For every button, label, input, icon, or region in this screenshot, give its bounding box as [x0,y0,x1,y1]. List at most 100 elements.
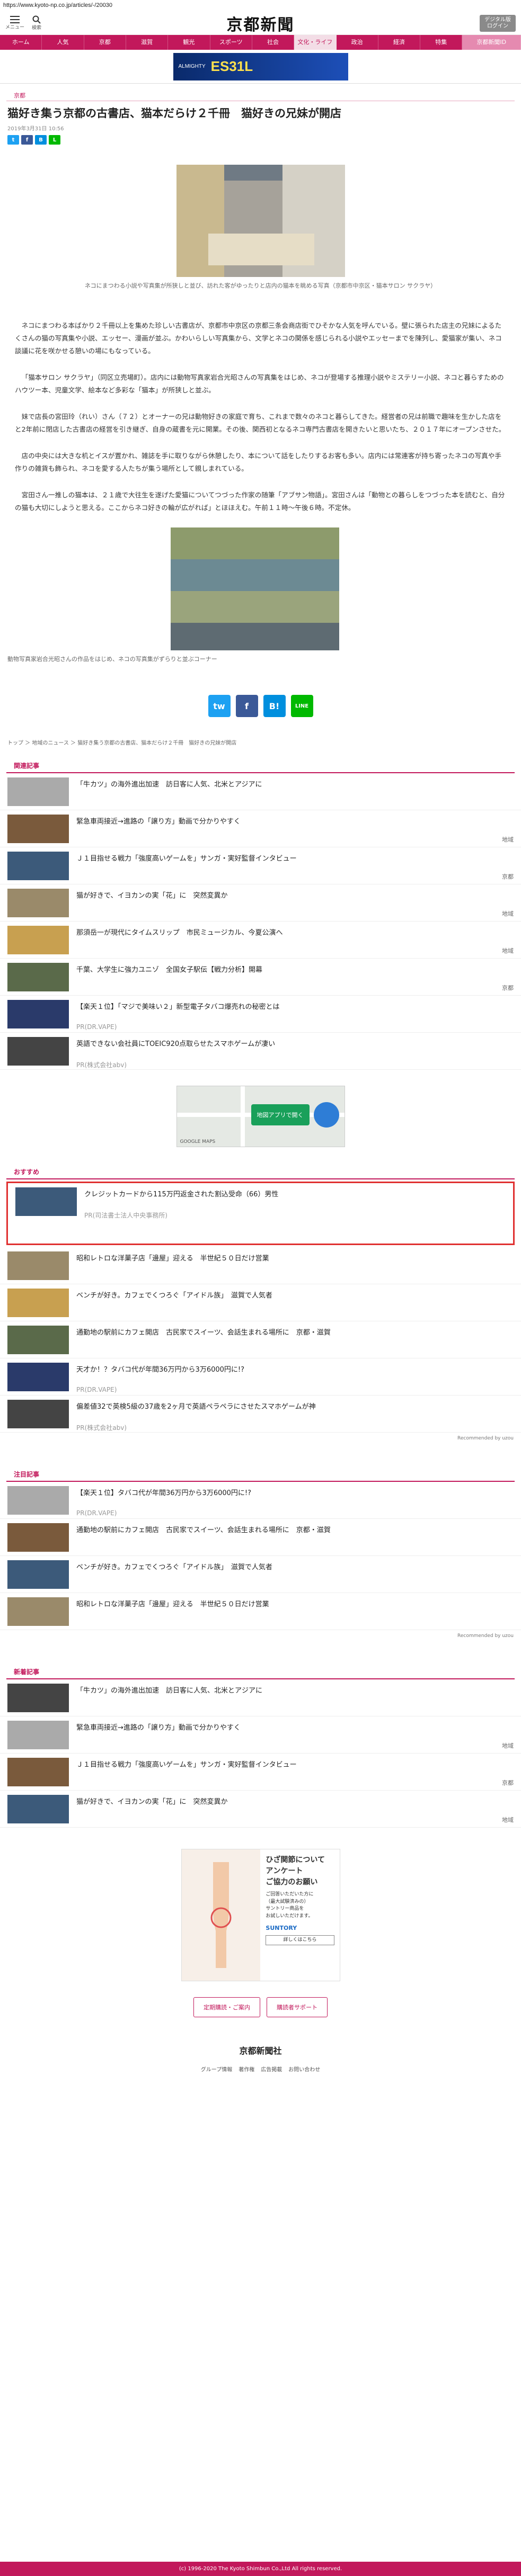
item-title[interactable]: ベンチが好き。カフェでくつろぐ「アイドル族」 滋賀で人気者 [76,1560,272,1573]
support-button[interactable]: 購読者サポート [267,1997,328,2018]
item-title[interactable]: Ｊ１目指せる戦力「強度高いゲームを」サンガ・実好監督インタビュー [76,852,297,864]
item-title[interactable]: 猫が好きで、イヨカンの実「花」に 突然変異か [76,1795,227,1808]
item-title[interactable]: 【楽天１位】「マジで美味い２」新型電子タバコ爆売れの秘密とは [76,1000,280,1013]
item-title[interactable]: 英語できない会社員にTOEIC920点取らせたスマホゲームが凄い [76,1037,275,1050]
ad-survey[interactable]: ひざ関節について アンケート ご協力のお願い ご回答いただいた方に （最大試験済… [181,1849,340,1982]
ad-detail-button[interactable]: 詳しくはこちら [266,1935,334,1946]
item-title[interactable]: 偏差値32で英検5級の37歳を2ヶ月で英語ペラペラにさせたスマホゲームが神 [76,1400,316,1412]
nav-item[interactable]: 観光 [168,35,210,50]
list-item[interactable]: 千葉、大学生に強力ユニゾ 全国女子駅伝【戦力分析】開幕 京都 [0,959,521,996]
banner-big: ES31L [210,58,253,74]
list-item[interactable]: 偏差値32で英検5級の37歳を2ヶ月で英語ペラペラにさせたスマホゲームが神 PR(… [0,1396,521,1433]
list-item[interactable]: ベンチが好き。カフェでくつろぐ「アイドル族」 滋賀で人気者 [0,1556,521,1594]
line-share-button[interactable]: LINE [290,695,313,718]
list-item[interactable]: ベンチが好き。カフェでくつろぐ「アイドル族」 滋賀で人気者 [0,1284,521,1322]
item-title[interactable]: クレジットカードから115万円返金された割込受命（66）男性 [84,1187,278,1200]
list-item[interactable]: クレジットカードから115万円返金された割込受命（66）男性 PR(司法書士法人中… [6,1182,515,1246]
open-map-button[interactable]: 地図アプリで開く [251,1104,310,1126]
menu-button[interactable]: メニュー [5,16,24,30]
url-bar[interactable]: https://www.kyoto-np.co.jp/articles/-/20… [0,0,521,12]
article-section[interactable]: 京都 [6,84,515,101]
footer-logo[interactable]: 京都新聞社 [0,2028,521,2065]
search-button[interactable]: 検索 [32,15,41,31]
related-list: 「牛カツ」の海外進出加速 訪日客に人気、北米とアジアに 緊急車両接近→進路の「譲り… [0,773,521,1070]
footer-link[interactable]: 著作権 [239,2065,254,2073]
breadcrumb[interactable]: トップ ＞ 地域のニュース ＞ 猫好き集う京都の古書店、猫本だらけ２千冊 猫好き… [0,738,521,746]
item-text-wrap: ベンチが好き。カフェでくつろぐ「アイドル族」 滋賀で人気者 [76,1560,272,1573]
hatena-icon[interactable]: B [35,135,47,145]
list-item[interactable]: 昭和レトロな洋菓子店「邊屋」迎える 半世紀５０日だけ営業 [0,1247,521,1285]
list-item[interactable]: 天才か！？タバコ代が年間36万円から3万6000円に!? PR(DR.VAPE) [0,1358,521,1396]
facebook-share-button[interactable]: f [235,695,258,718]
recommend-heading: おすすめ [6,1163,515,1180]
list-item[interactable]: 緊急車両接近→進路の「譲り方」動画で分かりやすく 地域 [0,810,521,848]
item-title[interactable]: 「牛カツ」の海外進出加速 訪日客に人気、北米とアジアに [76,777,262,790]
site-logo[interactable]: 京都新聞 [227,12,295,35]
line-icon[interactable]: L [49,135,60,145]
list-item[interactable]: 猫が好きで、イヨカンの実「花」に 突然変異か 地域 [0,1791,521,1828]
item-title[interactable]: 猫が好きで、イヨカンの実「花」に 突然変異か [76,889,227,901]
twitter-share-button[interactable]: tw [208,695,231,718]
list-item[interactable]: 昭和レトロな洋菓子店「邊屋」迎える 半世紀５０日だけ営業 [0,1593,521,1631]
login-button[interactable]: デジタル版 ログイン [480,14,516,32]
banner-row: ALMIGHTY ES31L [0,50,521,84]
item-title[interactable]: 通勤地の駅前にカフェ開店 古民家でスイーツ、会話生まれる場所に 京都・滋賀 [76,1523,331,1536]
list-item[interactable]: Ｊ１目指せる戦力「強度高いゲームを」サンガ・実好監督インタビュー 京都 [0,847,521,885]
footer-link[interactable]: 広告掲載 [261,2065,282,2073]
nav-item[interactable]: 京都 [84,35,126,50]
ad-banner[interactable]: ALMIGHTY ES31L [173,52,348,80]
footer-link[interactable]: お問い合わせ [288,2065,320,2073]
item-text-wrap: 【楽天１位】「マジで美味い２」新型電子タバコ爆売れの秘密とは PR(DR.VAPE… [76,1000,280,1031]
list-item[interactable]: 【楽天１位】タバコ代が年間36万円から3万6000円に!? PR(DR.VAPE) [0,1482,521,1519]
nav-item[interactable]: 社会 [252,35,295,50]
item-title[interactable]: 那須岳一が現代にタイムスリップ 市民ミュージカル、今夏公演へ [76,926,282,938]
copyright: (c) 1996-2020 The Kyoto Shimbun Co.,Ltd … [0,2562,521,2576]
list-item[interactable]: 「牛カツ」の海外進出加速 訪日客に人気、北米とアジアに [0,1679,521,1717]
list-item[interactable]: 那須岳一が現代にタイムスリップ 市民ミュージカル、今夏公演へ 地域 [0,922,521,959]
item-tag: 地域 [502,1742,514,1750]
nav-item[interactable]: スポーツ [210,35,252,50]
item-title[interactable]: 緊急車両接近→進路の「譲り方」動画で分かりやすく [76,1721,241,1733]
share-row-bottom: tw f B! LINE [0,663,521,738]
related-heading: 関連記事 [6,757,515,774]
popular-powered[interactable]: Recommended by uzou [0,1630,521,1642]
hamburger-icon [10,16,20,23]
nav-item[interactable]: 政治 [337,35,378,50]
nav-item[interactable]: 経済 [378,35,421,50]
facebook-icon[interactable]: f [21,135,33,145]
hatena-share-button[interactable]: B! [263,695,286,718]
twitter-icon[interactable]: t [7,135,19,145]
item-text-wrap: 猫が好きで、イヨカンの実「花」に 突然変異か [76,889,227,901]
item-title[interactable]: 緊急車両接近→進路の「譲り方」動画で分かりやすく [76,815,241,827]
list-item[interactable]: 【楽天１位】「マジで美味い２」新型電子タバコ爆売れの秘密とは PR(DR.VAPE… [0,996,521,1033]
item-text-wrap: 猫が好きで、イヨカンの実「花」に 突然変異か [76,1795,227,1808]
nav-item[interactable]: ホーム [0,35,42,50]
item-title[interactable]: Ｊ１目指せる戦力「強度高いゲームを」サンガ・実好監督インタビュー [76,1758,297,1770]
list-item[interactable]: 英語できない会社員にTOEIC920点取らせたスマホゲームが凄い PR(株式会社a… [0,1033,521,1070]
item-text-wrap: 英語できない会社員にTOEIC920点取らせたスマホゲームが凄い PR(株式会社a… [76,1037,275,1069]
directions-icon[interactable] [313,1102,339,1128]
list-item[interactable]: 「牛カツ」の海外進出加速 訪日客に人気、北米とアジアに [0,773,521,811]
nav-item[interactable]: 文化・ライフ [294,35,337,50]
list-item[interactable]: 通勤地の駅前にカフェ開店 古民家でスイーツ、会話生まれる場所に 京都・滋賀 [0,1519,521,1557]
item-title[interactable]: 昭和レトロな洋菓子店「邊屋」迎える 半世紀５０日だけ営業 [76,1597,269,1610]
item-title[interactable]: 昭和レトロな洋菓子店「邊屋」迎える 半世紀５０日だけ営業 [76,1251,269,1264]
nav-item[interactable]: 京都新聞ID [462,35,521,50]
item-title[interactable]: 千葉、大学生に強力ユニゾ 全国女子駅伝【戦力分析】開幕 [76,963,262,976]
list-item[interactable]: 通勤地の駅前にカフェ開店 古民家でスイーツ、会話生まれる場所に 京都・滋賀 [0,1321,521,1359]
nav-item[interactable]: 特集 [420,35,463,50]
footer-link[interactable]: グループ情報 [201,2065,232,2073]
item-title[interactable]: ベンチが好き。カフェでくつろぐ「アイドル族」 滋賀で人気者 [76,1289,272,1301]
recommend-powered[interactable]: Recommended by uzou [0,1433,521,1444]
item-title[interactable]: 【楽天１位】タバコ代が年間36万円から3万6000円に!? [76,1486,251,1499]
map-widget[interactable]: 地図アプリで開く GOOGLE MAPS [176,1086,345,1148]
nav-item[interactable]: 滋賀 [126,35,169,50]
nav-item[interactable]: 人気 [42,35,84,50]
subscribe-button[interactable]: 定期購読・ご案内 [193,1997,260,2018]
list-item[interactable]: 緊急車両接近→進路の「譲り方」動画で分かりやすく地域 [0,1716,521,1754]
list-item[interactable]: Ｊ１目指せる戦力「強度高いゲームを」サンガ・実好監督インタビュー 京都 [0,1754,521,1791]
item-title[interactable]: 通勤地の駅前にカフェ開店 古民家でスイーツ、会話生まれる場所に 京都・滋賀 [76,1326,331,1338]
list-item[interactable]: 猫が好きで、イヨカンの実「花」に 突然変異か 地域 [0,884,521,922]
item-title[interactable]: 「牛カツ」の海外進出加速 訪日客に人気、北米とアジアに [76,1684,262,1696]
item-title[interactable]: 天才か！？タバコ代が年間36万円から3万6000円に!? [76,1363,244,1375]
